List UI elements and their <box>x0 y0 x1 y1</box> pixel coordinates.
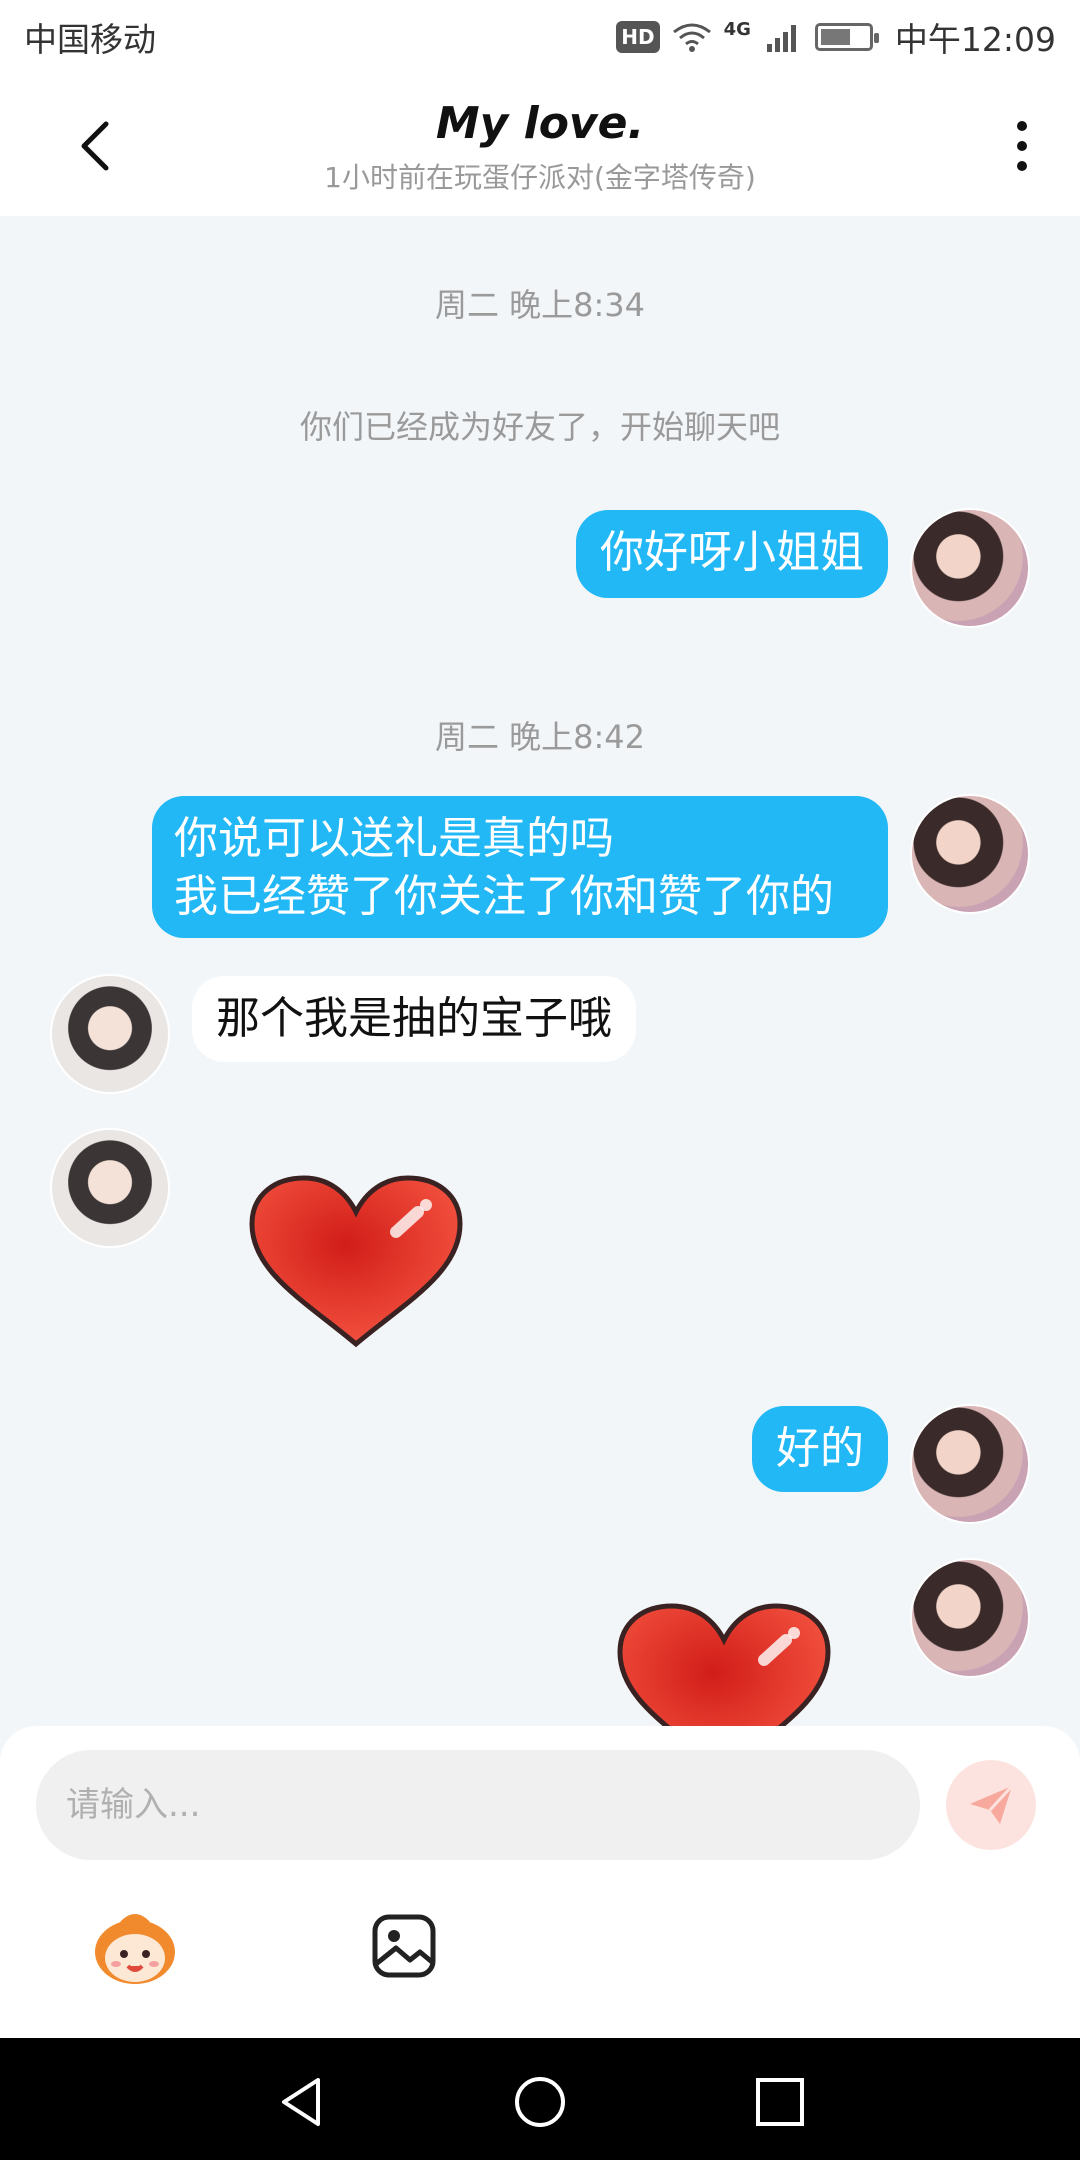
system-message: 你们已经成为好友了，开始聊天吧 <box>299 408 780 446</box>
message-bubble-outgoing[interactable]: 你好呀小姐姐 <box>576 510 888 598</box>
message-input[interactable] <box>36 1750 920 1860</box>
self-avatar[interactable] <box>910 1558 1030 1678</box>
battery-icon <box>814 23 879 51</box>
carrier-label: 中国移动 <box>24 20 156 59</box>
signal-icon <box>766 25 796 52</box>
contact-avatar[interactable] <box>50 974 170 1094</box>
contact-avatar[interactable] <box>50 1128 170 1248</box>
self-avatar[interactable] <box>910 1404 1030 1524</box>
timestamp: 周二 晚上8:42 <box>434 718 646 756</box>
nav-home-icon[interactable] <box>512 2074 568 2130</box>
emoji-mascot-icon[interactable] <box>90 1906 180 1986</box>
battery-level <box>820 29 850 45</box>
self-avatar[interactable] <box>910 794 1030 914</box>
message-bubble-outgoing[interactable]: 好的 <box>752 1406 888 1492</box>
message-line: 你说可以送礼是真的吗 <box>174 813 614 864</box>
contact-status: 1小时前在玩蛋仔派对(金字塔传奇) <box>324 161 756 194</box>
nav-back-icon[interactable] <box>274 2074 330 2130</box>
message-composer <box>0 1726 1080 2038</box>
timestamp: 周二 晚上8:34 <box>434 286 646 324</box>
contact-name: My love. <box>435 98 645 149</box>
send-button[interactable] <box>946 1760 1036 1850</box>
chat-header: My love. 1小时前在玩蛋仔派对(金字塔传奇) <box>0 74 1080 216</box>
more-options-icon[interactable] <box>1010 114 1034 178</box>
hd-badge: HD <box>616 21 660 53</box>
network-label: 4G <box>723 19 751 40</box>
self-avatar[interactable] <box>910 508 1030 628</box>
clock: 中午12:09 <box>894 20 1056 59</box>
heart-sticker-icon[interactable] <box>246 1172 466 1352</box>
send-icon <box>970 1784 1014 1824</box>
message-line: 我已经赞了你关注了你和赞了你的 <box>174 871 834 922</box>
system-navigation-bar <box>0 2038 1080 2160</box>
image-picker-icon[interactable] <box>370 1912 438 1980</box>
heart-sticker-icon[interactable] <box>614 1600 834 1726</box>
nav-recents-icon[interactable] <box>752 2074 808 2130</box>
status-bar: 中国移动 HD 4G 中午12:09 <box>0 0 1080 74</box>
message-bubble-outgoing[interactable]: 你说可以送礼是真的吗 我已经赞了你关注了你和赞了你的 <box>152 796 888 938</box>
status-icons: HD 4G 中午12:09 <box>616 13 1056 61</box>
message-list[interactable]: 周二 晚上8:34 你们已经成为好友了，开始聊天吧 你好呀小姐姐 周二 晚上8:… <box>0 216 1080 1726</box>
wifi-icon <box>672 23 711 52</box>
message-bubble-incoming[interactable]: 那个我是抽的宝子哦 <box>192 976 636 1062</box>
